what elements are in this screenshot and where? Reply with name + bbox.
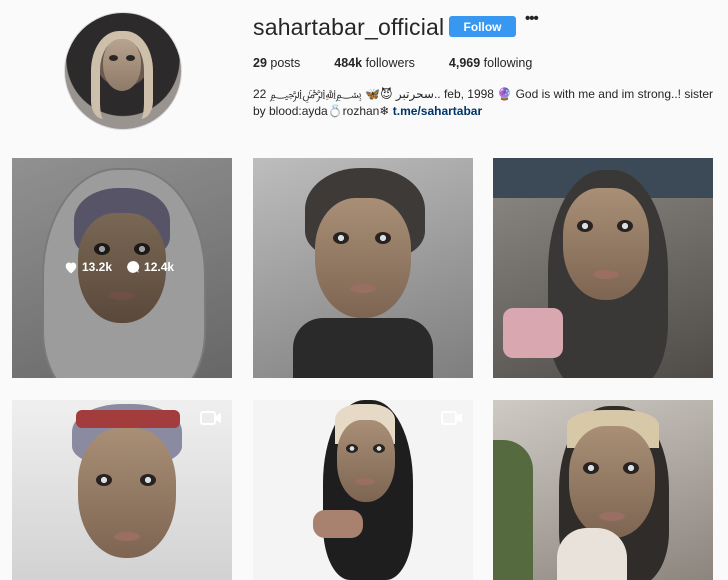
posts-count: 29 posts [253, 56, 301, 70]
follow-button[interactable]: Follow [449, 16, 516, 37]
following-count[interactable]: 4,969 following [449, 56, 532, 70]
post-thumbnail-1[interactable]: 13.2k 12.4k [12, 158, 232, 378]
likes-count: 13.2k [64, 260, 112, 274]
bio-link[interactable]: t.me/sahartabar [393, 104, 482, 118]
post-engagement: 13.2k 12.4k [64, 260, 174, 274]
heart-icon [65, 262, 77, 273]
profile-bio: 22 ﷽ 🦋😈 سحرتبر.. feb, 1998 🔮 God is with… [253, 86, 713, 120]
video-icon [200, 411, 221, 425]
post-thumbnail-5[interactable] [253, 400, 473, 580]
comments-count: 12.4k [126, 260, 174, 274]
comment-icon [127, 261, 140, 273]
post-thumbnail-6[interactable] [493, 400, 713, 580]
profile-stats: 29 posts 484k followers 4,969 following [253, 56, 566, 70]
post-thumbnail-2[interactable] [253, 158, 473, 378]
post-thumbnail-4[interactable] [12, 400, 232, 580]
profile-avatar[interactable] [64, 12, 182, 130]
video-icon [441, 411, 462, 425]
bio-text: 22 ﷽ 🦋😈 سحرتبر.. feb, 1998 🔮 God is with… [253, 87, 713, 118]
profile-username: sahartabar_official [253, 14, 445, 40]
post-thumbnail-3[interactable] [493, 158, 713, 378]
avatar-face [103, 39, 141, 91]
followers-count[interactable]: 484k followers [334, 56, 415, 70]
more-options-icon[interactable]: ••• [525, 11, 541, 28]
